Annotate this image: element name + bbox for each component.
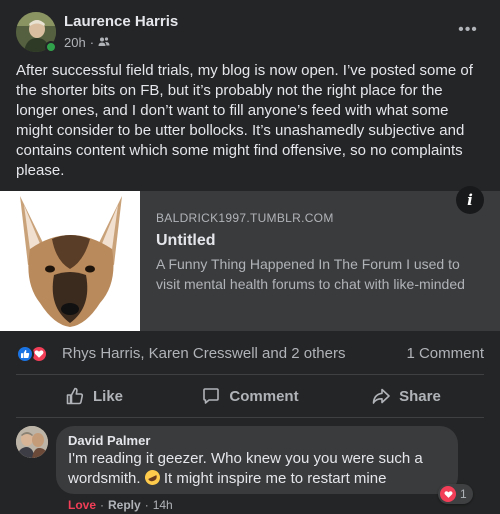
link-preview-info: BALDRICK1997.TUMBLR.COM Untitled A Funny… — [156, 210, 486, 294]
post-header: Laurence Harris 20h · ••• — [0, 0, 500, 58]
comment-item: David Palmer I'm reading it geezer. Who … — [16, 426, 484, 514]
comment-time[interactable]: 14h — [153, 498, 173, 512]
commenter-avatar[interactable] — [16, 426, 48, 458]
like-button[interactable]: Like — [16, 375, 172, 417]
comment-bubble: David Palmer I'm reading it geezer. Who … — [56, 426, 458, 494]
link-title[interactable]: Untitled — [156, 231, 486, 251]
reactions-summary-row: Rhys Harris, Karen Cresswell and 2 other… — [16, 343, 484, 365]
share-button-label: Share — [399, 387, 441, 405]
comment-count[interactable]: 1 Comment — [406, 345, 484, 362]
comment-bubble-icon — [203, 388, 220, 404]
reaction-icons[interactable] — [16, 345, 56, 363]
like-reaction-icon — [16, 345, 34, 363]
share-arrow-icon — [372, 388, 390, 404]
comment-reply-button[interactable]: Reply — [108, 498, 141, 512]
comment-author-name[interactable]: David Palmer — [68, 433, 446, 449]
more-options-icon[interactable]: ••• — [456, 20, 480, 40]
comment-button-label: Comment — [229, 387, 299, 405]
german-shepherd-dog-image[interactable] — [0, 191, 140, 331]
friends-icon[interactable] — [98, 36, 110, 48]
link-domain: BALDRICK1997.TUMBLR.COM — [156, 211, 334, 225]
love-reaction-icon — [440, 486, 456, 502]
comment-text-end: It might inspire me to restart mine — [159, 470, 387, 487]
comment-actions-dot: · — [144, 498, 149, 512]
comment-reaction-badge[interactable]: 1 — [438, 484, 473, 504]
link-preview-card[interactable]: BALDRICK1997.TUMBLR.COM Untitled A Funny… — [0, 186, 500, 331]
online-status-dot — [45, 41, 57, 53]
info-icon[interactable]: i — [456, 186, 484, 214]
like-button-label: Like — [92, 387, 123, 405]
post-body-text: After successful field trials, my blog i… — [16, 62, 473, 179]
meta-separator: · — [89, 34, 95, 50]
comment-button[interactable]: Comment — [172, 375, 328, 417]
post-meta: 20h · — [64, 34, 110, 50]
post-author-name[interactable]: Laurence Harris — [64, 13, 178, 30]
comment-actions-dot: · — [100, 498, 105, 512]
link-description: A Funny Thing Happened In The Forum I us… — [156, 256, 465, 292]
comment-reaction-count: 1 — [460, 487, 467, 501]
share-button[interactable]: Share — [328, 375, 484, 417]
comment-actions: Love · Reply · 14h — [68, 498, 173, 512]
reactors-summary[interactable]: Rhys Harris, Karen Cresswell and 2 other… — [62, 345, 345, 362]
comment-love-button[interactable]: Love — [68, 498, 96, 512]
post-time[interactable]: 20h — [64, 35, 86, 50]
post-action-bar: Like Comment Share — [16, 374, 484, 418]
thumbs-up-icon — [66, 387, 84, 405]
comment-text: I'm reading it geezer. Who knew you you … — [68, 449, 446, 489]
